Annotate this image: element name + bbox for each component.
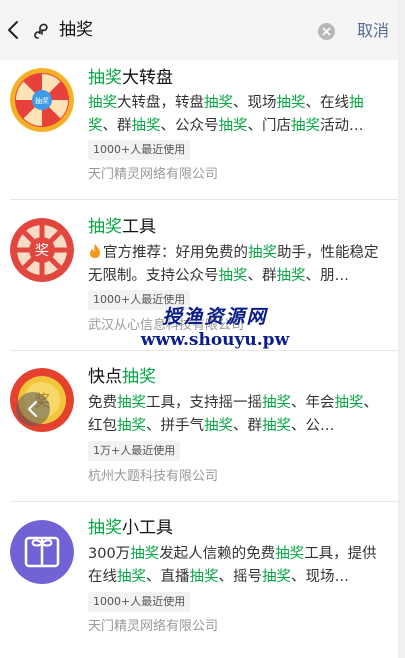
result-desc: 官方推荐：好用免费的抽奖助手，性能稳定无限制。支持公众号抽奖、群抽奖、朋… xyxy=(88,242,384,288)
result-title: 抽奖工具 xyxy=(88,215,156,239)
mini-program-icon xyxy=(33,22,51,40)
text-segment: 300万 xyxy=(88,546,131,562)
watermark: 授渔资源网 www.shouyu.pw xyxy=(115,306,315,351)
keyword-highlight: 抽奖 xyxy=(275,546,305,562)
keyword-highlight: 抽奖 xyxy=(262,418,291,434)
text-segment: 、门店 xyxy=(247,118,292,134)
text-segment: 免费 xyxy=(88,395,117,411)
result-title: 抽奖小工具 xyxy=(88,516,173,540)
keyword-highlight: 抽奖 xyxy=(218,268,248,284)
keyword-highlight: 抽奖 xyxy=(88,68,122,88)
text-segment: 小工具 xyxy=(122,518,173,538)
text-segment: 、摇号 xyxy=(218,569,263,585)
text-segment: 、年会 xyxy=(291,395,335,411)
keyword-highlight: 抽奖 xyxy=(122,367,156,387)
text-segment: 、拼手气 xyxy=(146,418,204,434)
text-segment: 、群 xyxy=(247,268,277,284)
company-name: 天门精灵网络有限公司 xyxy=(88,619,219,634)
keyword-highlight: 抽奖 xyxy=(117,395,146,411)
text-segment: 、公… xyxy=(291,418,335,434)
cancel-button[interactable]: 取消 xyxy=(357,20,389,42)
keyword-highlight: 抽奖 xyxy=(88,217,122,237)
prev-arrow-icon[interactable] xyxy=(16,392,50,426)
back-arrow-icon[interactable] xyxy=(6,20,22,40)
keyword-highlight: 抽奖 xyxy=(204,418,233,434)
keyword-highlight: 抽奖 xyxy=(88,95,117,111)
prize-logo: 奖 xyxy=(10,218,74,282)
company-name: 杭州大题科技有限公司 xyxy=(88,469,219,484)
usage-badge: 1万+人最近使用 xyxy=(88,441,181,461)
usage-badge: 1000+人最近使用 xyxy=(88,592,191,612)
wheel-logo: 抽奖 xyxy=(10,68,74,132)
watermark-title: 授渔资源网 xyxy=(162,306,268,328)
result-desc: 抽奖大转盘，转盘抽奖、现场抽奖、在线抽奖、群抽奖、公众号抽奖、门店抽奖活动… xyxy=(88,92,384,138)
text-segment: 、公众号 xyxy=(160,118,219,134)
logo-text: 抽奖 xyxy=(35,96,49,105)
keyword-highlight: 抽奖 xyxy=(276,268,306,284)
result-title: 快点抽奖 xyxy=(88,365,156,389)
result-desc: 免费抽奖工具，支持摇一摇抽奖、年会抽奖、红包抽奖、拼手气抽奖、群抽奖、公… xyxy=(88,392,384,438)
fire-icon xyxy=(88,243,102,259)
text-segment: 、群 xyxy=(102,118,132,134)
text-segment: 大转盘 xyxy=(122,68,173,88)
result-item[interactable]: 抽奖 抽奖大转盘 抽奖大转盘，转盘抽奖、现场抽奖、在线抽奖、群抽奖、公众号抽奖、… xyxy=(0,60,398,200)
result-item[interactable]: 抽奖小工具 300万抽奖发起人信赖的免费抽奖工具，提供在线抽奖、直播抽奖、摇号抽… xyxy=(0,502,398,658)
logo-text: 奖 xyxy=(35,242,49,259)
search-input[interactable]: 抽奖 xyxy=(59,18,93,42)
text-segment: 大转盘，转盘 xyxy=(117,95,204,111)
text-segment: 、直播 xyxy=(146,569,190,585)
company-name: 天门精灵网络有限公司 xyxy=(88,167,219,182)
keyword-highlight: 抽奖 xyxy=(117,418,146,434)
keyword-highlight: 抽奖 xyxy=(131,118,161,134)
keyword-highlight: 抽奖 xyxy=(218,118,248,134)
text-segment: 活动… xyxy=(320,118,364,134)
text-segment: 快点 xyxy=(88,367,122,387)
text-segment: 、群 xyxy=(233,418,262,434)
keyword-highlight: 抽奖 xyxy=(291,118,320,134)
text-segment: 发起人信赖的免费 xyxy=(159,546,276,562)
keyword-highlight: 抽奖 xyxy=(204,95,233,111)
text-segment: 、在线 xyxy=(305,95,350,111)
text-segment: 工具，支持摇一摇 xyxy=(146,395,262,411)
text-segment: 工具 xyxy=(122,217,156,237)
result-title: 抽奖大转盘 xyxy=(88,66,173,90)
clear-icon[interactable] xyxy=(318,23,335,40)
keyword-highlight: 抽奖 xyxy=(276,95,306,111)
watermark-url: www.shouyu.pw xyxy=(140,330,290,350)
text-segment: 、现场 xyxy=(233,95,277,111)
result-item[interactable]: 奖 快点抽奖 免费抽奖工具，支持摇一摇抽奖、年会抽奖、红包抽奖、拼手气抽奖、群抽… xyxy=(0,351,398,502)
text-segment: 、现场… xyxy=(291,569,349,585)
keyword-highlight: 抽奖 xyxy=(117,569,146,585)
text-segment: 、朋… xyxy=(305,268,350,284)
keyword-highlight: 抽奖 xyxy=(262,569,291,585)
gift-box-logo xyxy=(10,520,74,584)
keyword-highlight: 抽奖 xyxy=(262,395,291,411)
result-desc: 300万抽奖发起人信赖的免费抽奖工具，提供在线抽奖、直播抽奖、摇号抽奖、现场… xyxy=(88,543,384,589)
keyword-highlight: 抽奖 xyxy=(130,546,160,562)
text-segment: 官方推荐：好用免费的 xyxy=(103,245,248,261)
scroll-edge xyxy=(398,0,405,658)
keyword-highlight: 抽奖 xyxy=(189,569,219,585)
keyword-highlight: 抽奖 xyxy=(248,245,277,261)
usage-badge: 1000+人最近使用 xyxy=(88,140,191,160)
keyword-highlight: 抽奖 xyxy=(88,518,122,538)
search-bar: 抽奖 取消 xyxy=(0,0,405,60)
keyword-highlight: 抽奖 xyxy=(334,395,364,411)
